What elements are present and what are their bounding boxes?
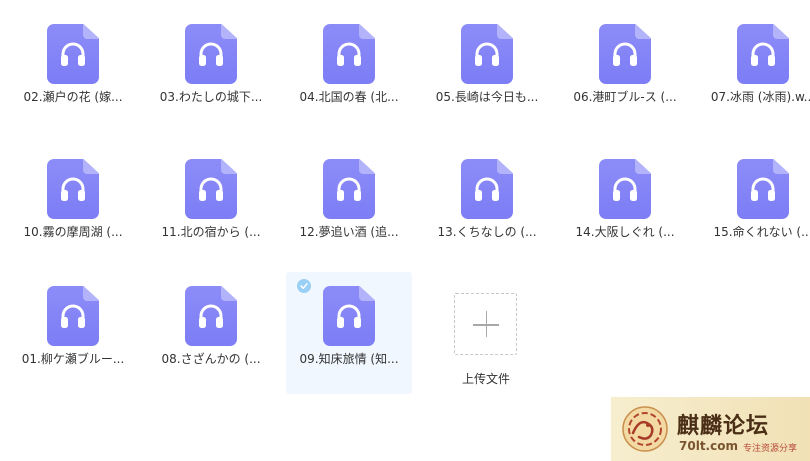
- file-name: 10.霧の摩周湖 (...: [23, 225, 123, 239]
- file-tile[interactable]: 14.大阪しぐれ (...: [562, 145, 688, 267]
- file-tile[interactable]: 10.霧の摩周湖 (...: [10, 145, 136, 267]
- audio-file-icon: [323, 286, 375, 346]
- audio-file-icon: [737, 24, 789, 84]
- audio-file-icon: [185, 24, 237, 84]
- file-tile[interactable]: 06.港町ブル-ス (...: [562, 10, 688, 132]
- file-name: 15.命くれない (...: [713, 225, 810, 239]
- watermark-title: 麒麟论坛: [677, 413, 770, 439]
- audio-file-icon: [185, 159, 237, 219]
- file-name: 11.北の宿から (...: [161, 225, 261, 239]
- upload-button[interactable]: [454, 293, 517, 355]
- file-grid: 02.瀬户の花 (嫁... 03.わたしの城下... 04.北国の春 (北... 05…: [0, 0, 810, 461]
- file-tile[interactable]: 13.くちなしの (...: [424, 145, 550, 267]
- file-tile[interactable]: 08.さざんかの (...: [148, 272, 274, 394]
- audio-file-icon: [47, 159, 99, 219]
- audio-file-icon: [599, 159, 651, 219]
- audio-file-icon: [47, 286, 99, 346]
- file-name: 08.さざんかの (...: [161, 352, 261, 366]
- file-name: 06.港町ブル-ス (...: [573, 90, 677, 104]
- file-tile[interactable]: 12.夢追い酒 (追...: [286, 145, 412, 267]
- dragon-emblem-icon: [622, 406, 668, 452]
- file-name: 09.知床旅情 (知...: [299, 352, 399, 366]
- audio-file-icon: [47, 24, 99, 84]
- file-name: 05.長崎は今日も...: [435, 90, 539, 104]
- audio-file-icon: [461, 159, 513, 219]
- file-name: 07.冰雨 (冰雨).w...: [710, 90, 810, 104]
- file-tile[interactable]: 11.北の宿から (...: [148, 145, 274, 267]
- forum-watermark: 麒麟论坛 70lt.com 专注资源分享: [611, 397, 810, 461]
- audio-file-icon: [599, 24, 651, 84]
- audio-file-icon: [461, 24, 513, 84]
- file-tile[interactable]: 04.北国の春 (北...: [286, 10, 412, 132]
- file-name: 12.夢追い酒 (追...: [299, 225, 399, 239]
- file-name: 01.柳ケ瀬ブルー...: [21, 352, 125, 366]
- audio-file-icon: [737, 159, 789, 219]
- file-name: 03.わたしの城下...: [159, 90, 263, 104]
- file-name: 13.くちなしの (...: [437, 225, 537, 239]
- file-name: 14.大阪しぐれ (...: [575, 225, 675, 239]
- file-tile[interactable]: 07.冰雨 (冰雨).w...: [700, 10, 810, 132]
- watermark-tagline: 专注资源分享: [743, 444, 798, 454]
- file-name: 04.北国の春 (北...: [299, 90, 399, 104]
- file-tile[interactable]: 03.わたしの城下...: [148, 10, 274, 132]
- file-tile[interactable]: 15.命くれない (...: [700, 145, 810, 267]
- upload-label: 上传文件: [461, 372, 510, 386]
- check-circle-icon[interactable]: [297, 279, 311, 293]
- file-tile[interactable]: 09.知床旅情 (知...: [286, 272, 412, 394]
- file-tile[interactable]: 01.柳ケ瀬ブルー...: [10, 272, 136, 394]
- audio-file-icon: [185, 286, 237, 346]
- file-name: 02.瀬户の花 (嫁...: [23, 90, 123, 104]
- audio-file-icon: [323, 24, 375, 84]
- file-tile[interactable]: 02.瀬户の花 (嫁...: [10, 10, 136, 132]
- file-tile[interactable]: 05.長崎は今日も...: [424, 10, 550, 132]
- audio-file-icon: [323, 159, 375, 219]
- watermark-domain: 70lt.com: [679, 439, 738, 453]
